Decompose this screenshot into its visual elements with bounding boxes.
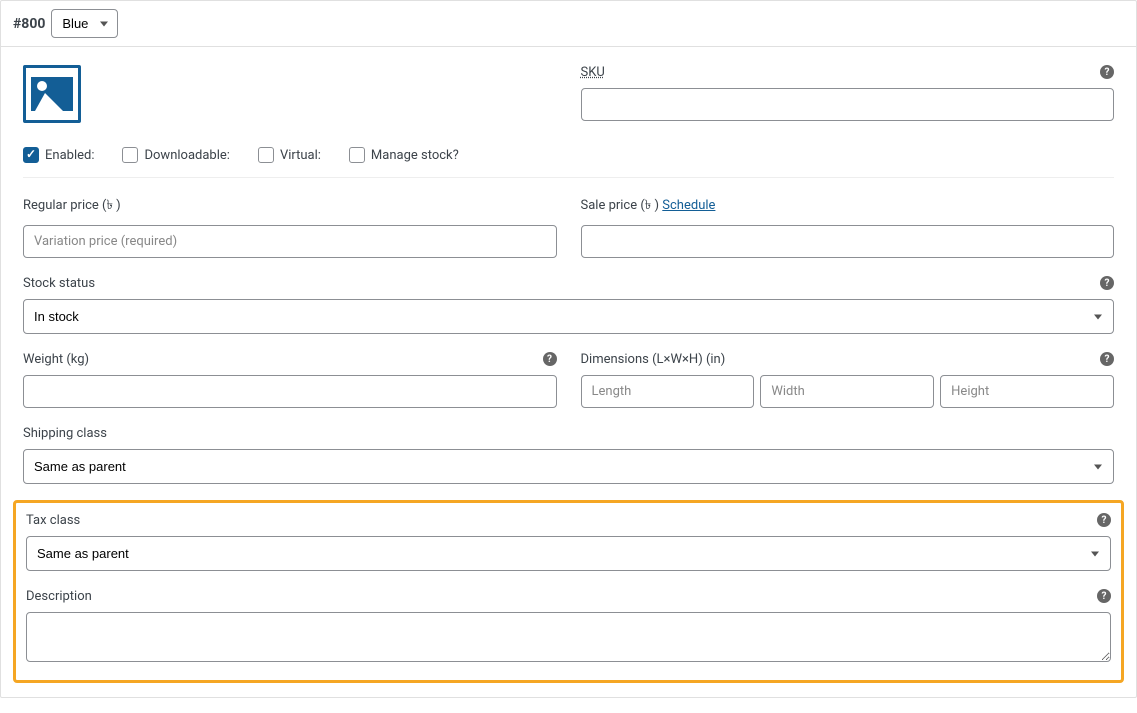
sku-label: SKU (581, 65, 1115, 80)
shipping-class-select[interactable]: Same as parent (23, 449, 1114, 484)
sale-price-label: Sale price (৳ ) (581, 198, 660, 213)
help-icon[interactable]: ? (1100, 352, 1114, 366)
description-textarea[interactable] (26, 612, 1111, 662)
tax-class-select[interactable]: Same as parent (26, 536, 1111, 571)
description-label: Description (26, 589, 1111, 604)
length-input[interactable] (581, 375, 755, 408)
help-icon[interactable]: ? (1097, 589, 1111, 603)
help-icon[interactable]: ? (1100, 276, 1114, 290)
downloadable-checkbox[interactable] (122, 147, 138, 163)
height-input[interactable] (940, 375, 1114, 408)
downloadable-label: Downloadable: (144, 148, 229, 163)
attribute-select[interactable]: Blue (51, 9, 118, 38)
dimensions-label: Dimensions (L×W×H) (in) (581, 352, 1115, 367)
tax-class-label: Tax class (26, 513, 1111, 528)
weight-input[interactable] (23, 375, 557, 408)
highlight-box: Tax class ? Same as parent Description ? (13, 500, 1124, 683)
image-placeholder-icon (31, 77, 73, 111)
enabled-checkbox[interactable] (23, 147, 39, 163)
manage-stock-label: Manage stock? (371, 148, 459, 163)
weight-label: Weight (kg) (23, 352, 557, 367)
sku-input[interactable] (581, 88, 1115, 121)
manage-stock-checkbox[interactable] (349, 147, 365, 163)
variation-id: #800 (13, 16, 45, 32)
virtual-checkbox[interactable] (258, 147, 274, 163)
stock-status-label: Stock status (23, 276, 1114, 291)
stock-status-select[interactable]: In stock (23, 299, 1114, 334)
width-input[interactable] (760, 375, 934, 408)
attribute-select-wrap: Blue (51, 9, 118, 38)
virtual-label: Virtual: (280, 148, 321, 163)
schedule-link[interactable]: Schedule (662, 198, 715, 213)
enabled-label: Enabled: (45, 148, 94, 163)
help-icon[interactable]: ? (1097, 513, 1111, 527)
help-icon[interactable]: ? (543, 352, 557, 366)
regular-price-input[interactable] (23, 225, 557, 258)
sale-price-input[interactable] (581, 225, 1115, 258)
shipping-class-label: Shipping class (23, 426, 1114, 441)
variation-image-upload[interactable] (23, 65, 81, 123)
regular-price-label: Regular price (৳ ) (23, 196, 557, 217)
help-icon[interactable]: ? (1100, 65, 1114, 79)
